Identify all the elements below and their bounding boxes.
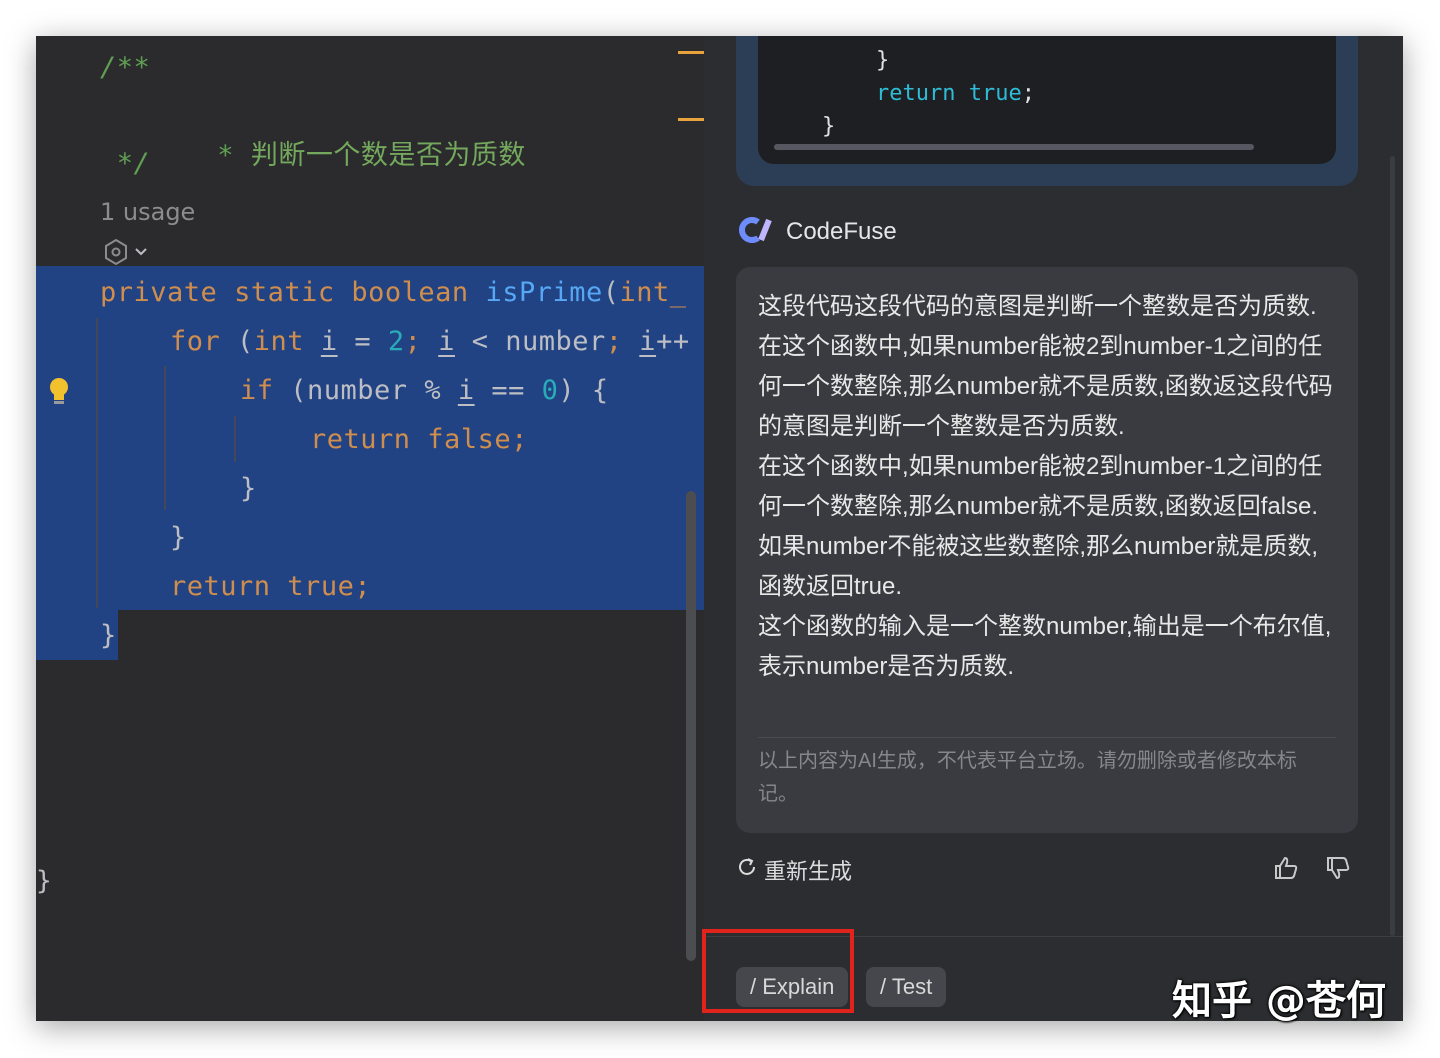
code-line-if: if (number % i == 0) { <box>240 375 609 406</box>
change-marker <box>678 118 704 121</box>
indent-guide <box>96 318 98 608</box>
doc-comment-close: */ <box>100 148 151 179</box>
code-block: } return true; } <box>758 36 1336 164</box>
bot-header: CodeFuse <box>736 216 897 248</box>
ai-disclaimer: 以上内容为AI生成，不代表平台立场。请勿删除或者修改本标记。 <box>758 750 1297 805</box>
code-line-signature: private static boolean isPrime(int_ <box>100 277 687 308</box>
change-marker <box>678 51 704 54</box>
indent-guide <box>234 416 236 462</box>
editor-scrollbar[interactable] <box>686 491 696 961</box>
bot-name: CodeFuse <box>786 218 897 245</box>
codefuse-logo-icon <box>736 216 772 248</box>
codefuse-panel: } return true; } CodeFuse 这段代码这段代码的意图是判断… <box>704 36 1403 1021</box>
code-block-container: } return true; } <box>736 36 1358 186</box>
doc-comment-open: /** <box>100 52 151 83</box>
watermark: 知乎 @苍何 <box>1172 978 1386 1024</box>
code-editor[interactable]: /** * 判断一个数是否为质数 */ 1 usage private stat… <box>36 36 704 1021</box>
thumbs-down-icon[interactable] <box>1324 854 1352 886</box>
code-line-return-false: return false; <box>310 424 528 455</box>
test-command-chip[interactable]: / Test <box>866 967 947 1007</box>
app-window: /** * 判断一个数是否为质数 */ 1 usage private stat… <box>36 36 1403 1021</box>
code-brace: } <box>876 48 890 73</box>
code-block-scrollbar[interactable] <box>774 144 1254 150</box>
code-line-return-true: return true; <box>170 571 372 602</box>
panel-scrollbar[interactable] <box>1390 156 1395 936</box>
code-brace: } <box>170 522 187 553</box>
comment-star: * <box>200 140 251 171</box>
code-brace: } <box>822 114 836 139</box>
regenerate-button[interactable]: 重新生成 <box>736 854 852 886</box>
comment-text: 判断一个数是否为质数 <box>250 140 526 171</box>
code-line-return: return true; <box>876 81 1035 106</box>
code-brace: } <box>36 866 52 896</box>
answer-text: 这段代码这段代码的意图是判断一个整数是否为质数. 在这个函数中,如果number… <box>758 293 1333 680</box>
code-line-for: for (int i = 2; i < number; i++ <box>170 326 690 357</box>
usage-hint[interactable]: 1 usage <box>100 198 195 226</box>
lightbulb-icon[interactable] <box>48 377 70 411</box>
divider <box>758 737 1336 738</box>
indent-guide <box>164 366 166 510</box>
code-brace: } <box>240 473 257 504</box>
thumbs-up-icon[interactable] <box>1272 854 1300 886</box>
refresh-icon <box>736 856 758 884</box>
regenerate-label: 重新生成 <box>764 859 853 884</box>
highlight-box <box>702 929 854 1013</box>
code-brace: } <box>100 620 117 651</box>
answer-card: 这段代码这段代码的意图是判断一个整数是否为质数. 在这个函数中,如果number… <box>736 267 1358 833</box>
